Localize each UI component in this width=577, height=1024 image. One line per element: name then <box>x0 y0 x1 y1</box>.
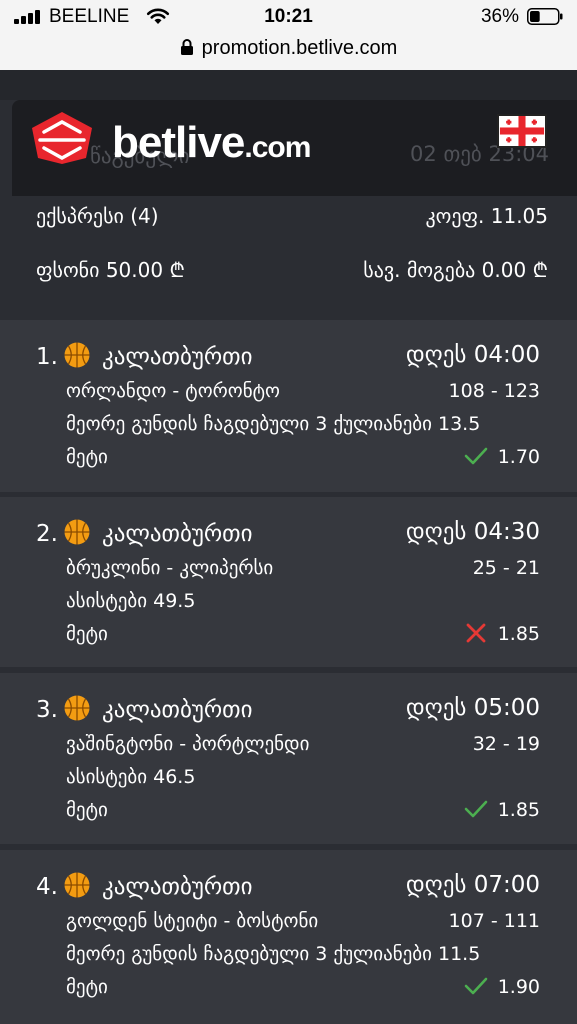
potential-payout: სავ. მოგება 0.00 ₾ <box>363 258 548 282</box>
bet-sport-title: 2. კალათბურთი <box>36 519 253 547</box>
site-header: წაგებული 02 თებ 23:04 betlive.com <box>12 100 577 196</box>
match-teams: ვაშინგტონი - პორტლენდი <box>66 733 310 755</box>
bet-sport-title: 1. კალათბურთი <box>36 342 253 370</box>
battery-icon <box>527 8 563 25</box>
cross-icon <box>466 623 486 643</box>
match-time: დღეს 04:00 <box>405 342 540 368</box>
summary-row-stake: ფსონი 50.00 ₾ სავ. მოგება 0.00 ₾ <box>36 256 548 283</box>
pick-row: მეტი 1.90 <box>66 976 540 998</box>
logo-wordmark: betlive.com <box>112 118 311 168</box>
pick-row: მეტი 1.70 <box>66 446 540 468</box>
pick-label: მეტი <box>66 446 108 468</box>
bet-sport-title: 3. კალათბურთი <box>36 695 253 723</box>
match-score: 32 - 19 <box>472 733 540 755</box>
check-icon <box>464 447 487 465</box>
bet-sport-title: 4. კალათბურთი <box>36 872 253 900</box>
bet-type: ექსპრესი (4) <box>36 204 159 228</box>
bet-index: 1. <box>36 344 58 370</box>
match-row: ბრუკლინი - კლიპერსი 25 - 21 <box>66 557 540 579</box>
summary-row-type: ექსპრესი (4) კოეფ. 11.05 <box>36 204 548 228</box>
match-teams: ბრუკლინი - კლიპერსი <box>66 557 274 579</box>
market-name: მეორე გუნდის ჩაგდებული 3 ქულიანები 13.5 <box>66 413 481 435</box>
url-text: promotion.betlive.com <box>201 37 398 59</box>
sport-name: კალათბურთი <box>101 344 253 370</box>
basketball-icon <box>64 519 90 545</box>
betlive-logo[interactable]: betlive.com <box>30 110 330 168</box>
match-row: გოლდენ სტეიტი - ბოსტონი 107 - 111 <box>66 910 540 932</box>
betlive-logo-mark-icon <box>32 112 92 164</box>
match-time: დღეს 07:00 <box>405 872 540 898</box>
pick-odds: 1.70 <box>497 446 540 468</box>
pick-odds: 1.85 <box>497 799 540 821</box>
match-row: ორლანდო - ტორონტო 108 - 123 <box>66 380 540 402</box>
market-name: ასისტები 46.5 <box>66 766 196 788</box>
match-teams: ორლანდო - ტორონტო <box>66 380 280 402</box>
match-score: 108 - 123 <box>448 380 540 402</box>
sport-name: კალათბურთი <box>101 521 253 547</box>
pick-odds: 1.85 <box>497 623 540 645</box>
match-time: დღეს 04:30 <box>405 519 540 545</box>
total-odds: კოეფ. 11.05 <box>425 204 548 228</box>
match-time: დღეს 05:00 <box>405 695 540 721</box>
sport-name: კალათბურთი <box>101 697 253 723</box>
bet-card[interactable]: 4. კალათბურთი დღეს 07:00 გოლდენ სტეიტი - ბო… <box>0 850 577 1018</box>
check-icon <box>464 977 487 995</box>
lock-icon <box>180 39 193 55</box>
bet-card[interactable]: 2. კალათბურთი დღეს 04:30 ბრუკლინი - კლიპერს… <box>0 497 577 667</box>
bet-card[interactable]: 3. კალათბურთი დღეს 05:00 ვაშინგტონი - პორტლ… <box>0 673 577 844</box>
pick-result: 1.85 <box>464 799 540 821</box>
bet-index: 4. <box>36 874 58 900</box>
stake-amount: ფსონი 50.00 ₾ <box>36 258 185 282</box>
logo-text: betlive <box>112 118 245 167</box>
pick-label: მეტი <box>66 623 108 645</box>
match-row: ვაშინგტონი - პორტლენდი 32 - 19 <box>66 733 540 755</box>
pick-result: 1.90 <box>464 976 540 998</box>
basketball-icon <box>64 872 90 898</box>
status-bar: BEELINE 10:21 36% <box>0 0 577 34</box>
pick-result: 1.85 <box>464 623 540 645</box>
browser-url-bar[interactable]: promotion.betlive.com <box>0 34 577 70</box>
pick-odds: 1.90 <box>497 976 540 998</box>
basketball-icon <box>64 342 90 368</box>
pick-row: მეტი 1.85 <box>66 799 540 821</box>
pick-label: მეტი <box>66 976 108 998</box>
pick-result: 1.70 <box>464 446 540 468</box>
market-name: მეორე გუნდის ჩაგდებული 3 ქულიანები 11.5 <box>66 943 481 965</box>
pick-row: მეტი 1.85 <box>66 623 540 645</box>
basketball-icon <box>64 695 90 721</box>
bet-summary: ექსპრესი (4) კოეფ. 11.05 ფსონი 50.00 ₾ ს… <box>0 196 577 318</box>
sport-name: კალათბურთი <box>101 874 253 900</box>
next-card-edge <box>0 1018 577 1024</box>
page-top-band <box>0 70 577 100</box>
match-score: 25 - 21 <box>472 557 540 579</box>
match-score: 107 - 111 <box>448 910 540 932</box>
match-teams: გოლდენ სტეიტი - ბოსტონი <box>66 910 319 932</box>
pick-label: მეტი <box>66 799 108 821</box>
bet-index: 3. <box>36 697 58 723</box>
check-icon <box>464 800 487 818</box>
bet-card[interactable]: 1. კალათბურთი დღეს 04:00 ორლანდო - ტორონტო 1… <box>0 320 577 492</box>
market-name: ასისტები 49.5 <box>66 590 196 612</box>
logo-suffix: .com <box>244 131 311 164</box>
georgia-flag-icon[interactable] <box>497 114 547 148</box>
battery-percentage: 36% <box>480 6 519 27</box>
bet-index: 2. <box>36 521 58 547</box>
